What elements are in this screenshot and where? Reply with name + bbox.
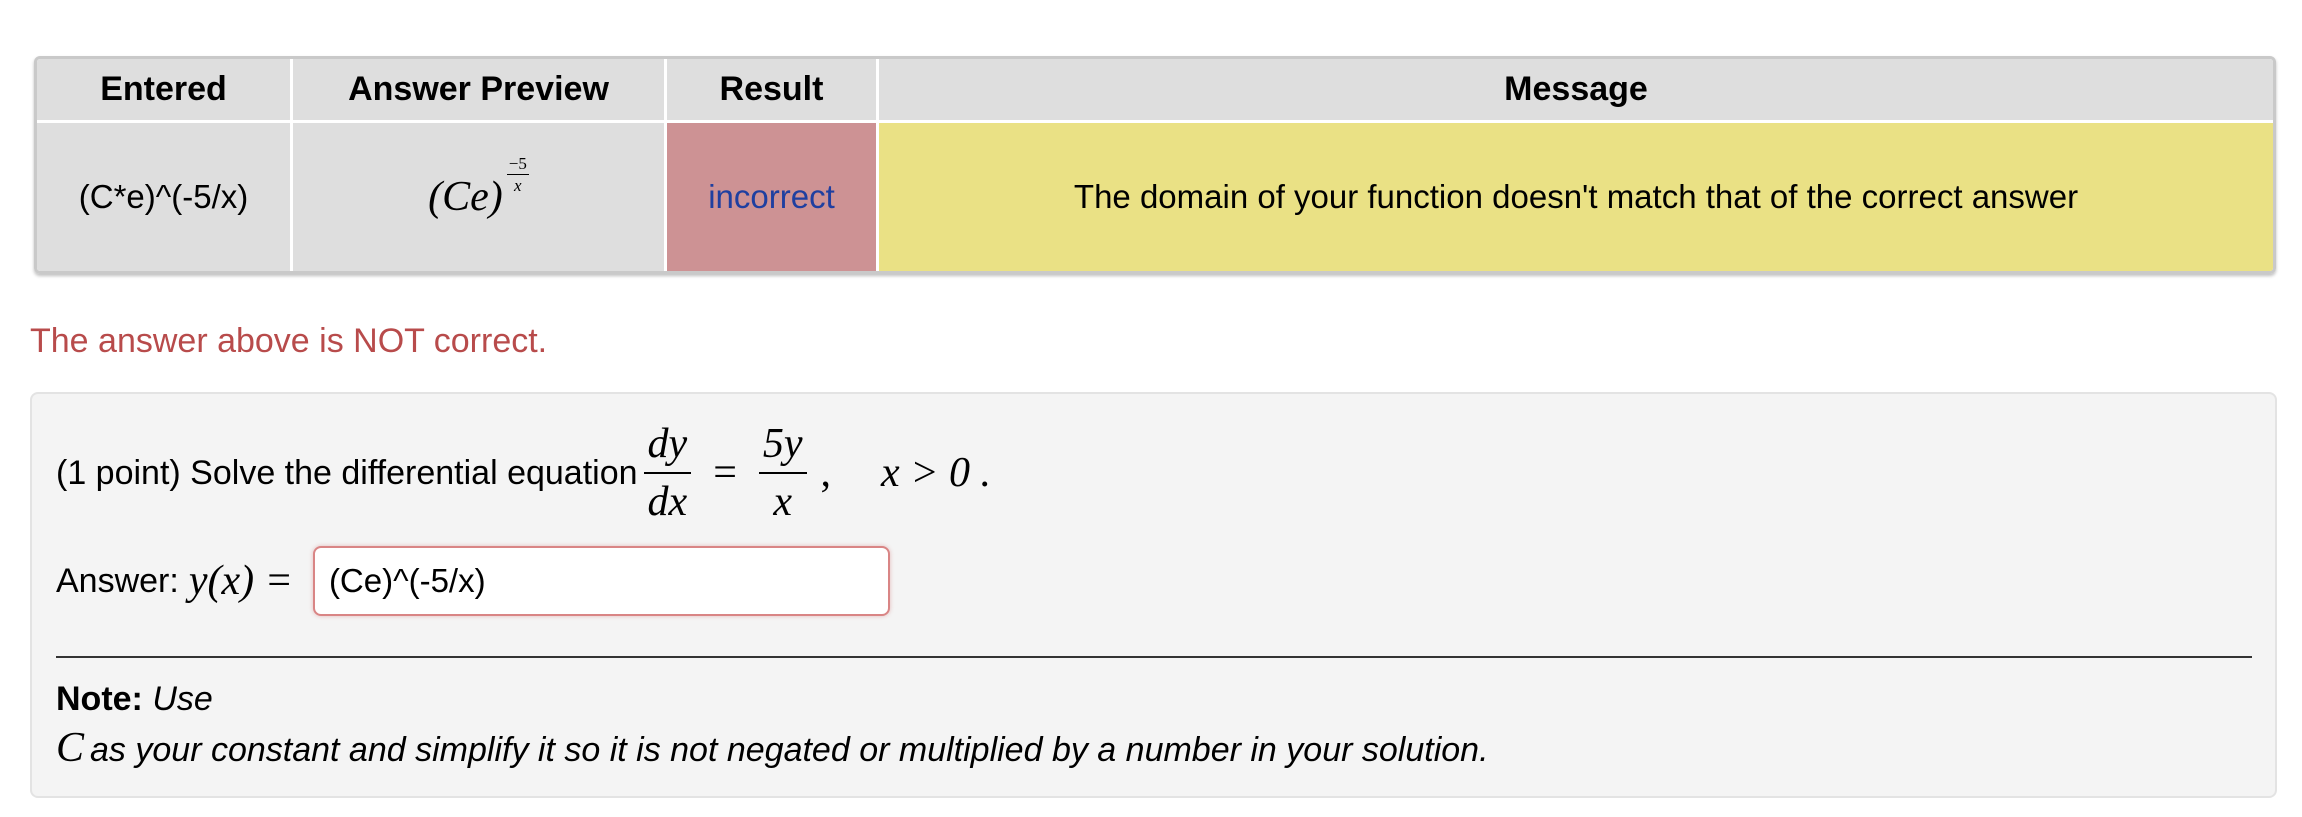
message-cell: The domain of your function doesn't matc… [879, 123, 2273, 271]
header-message: Message [879, 59, 2273, 123]
answer-input[interactable] [312, 546, 890, 616]
note-use: Use [152, 680, 213, 718]
lhs-denominator: dx [647, 479, 688, 525]
answer-status-message: The answer above is NOT correct. [30, 322, 548, 360]
lhs-numerator: dy [643, 420, 692, 474]
header-result: Result [667, 59, 879, 123]
results-row: (C*e)^(-5/x) (Ce) −5 x incorrect The domai… [37, 123, 2273, 271]
result-cell: incorrect [667, 123, 879, 271]
attempt-results-table: Entered Answer Preview Result Message (C… [34, 56, 2276, 274]
preview-exponent-denominator: x [514, 176, 522, 195]
problem-prefix: (1 point) Solve the differential equatio… [56, 453, 638, 492]
answer-math-expression: y(x) = [188, 558, 293, 604]
answer-preview-cell: (Ce) −5 x [293, 123, 667, 271]
note-divider [56, 656, 2252, 658]
preview-base: (Ce) [428, 174, 503, 220]
problem-container: (1 point) Solve the differential equatio… [30, 392, 2277, 798]
lhs-fraction: dy dx [643, 420, 692, 527]
rhs-denominator: x [773, 479, 793, 525]
results-header-row: Entered Answer Preview Result Message [37, 59, 2273, 123]
answer-label: Answer: [56, 561, 179, 600]
note-line-2: Cas your constant and simplify it so it … [56, 724, 1489, 772]
problem-statement: (1 point) Solve the differential equatio… [56, 414, 991, 532]
preview-exponent: −5 x [506, 154, 529, 195]
header-answer-preview: Answer Preview [293, 59, 667, 123]
note-line-1: Note: Use [56, 680, 213, 719]
answer-preview-math: (Ce) −5 x [428, 155, 529, 221]
note-constant-variable: C [56, 725, 85, 771]
domain-condition: x > 0 . [881, 450, 992, 496]
equals-sign: = [713, 450, 737, 496]
note-label: Note: [56, 680, 143, 718]
rhs-fraction: 5y x [758, 420, 807, 527]
rhs-numerator: 5y [758, 420, 807, 474]
note-text: as your constant and simplify it so it i… [90, 731, 1489, 769]
entered-cell: (C*e)^(-5/x) [37, 123, 293, 271]
header-entered: Entered [37, 59, 293, 123]
preview-exponent-numerator: −5 [506, 154, 529, 175]
answer-row: Answer: y(x) = [56, 546, 890, 616]
answer-math-label: y(x) = [189, 557, 293, 605]
equation-comma: , [820, 450, 832, 496]
